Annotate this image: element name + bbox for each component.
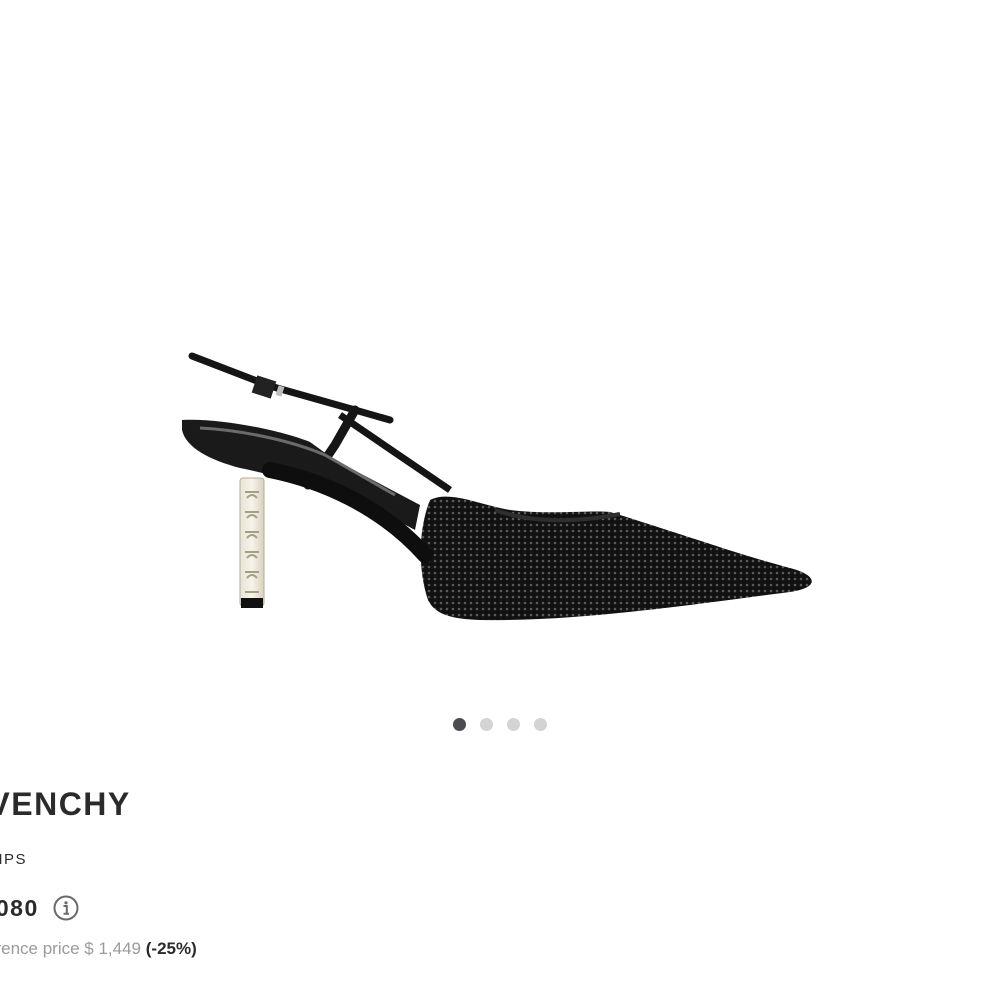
gallery-dot-3[interactable]: [507, 718, 520, 731]
brand-name[interactable]: IVENCHY: [0, 786, 131, 823]
reference-amount: $ 1,449: [84, 939, 142, 958]
product-gallery[interactable]: [0, 0, 1000, 700]
reference-price: erence price $ 1,449 (-25%): [0, 939, 197, 959]
gallery-dot-1[interactable]: [453, 718, 466, 731]
info-icon[interactable]: [53, 895, 79, 921]
gallery-dot-4[interactable]: [534, 718, 547, 731]
product-category: MPS: [0, 851, 28, 868]
gallery-pagination: [0, 718, 1000, 732]
discount-badge: (-25%): [145, 939, 197, 958]
reference-label: erence price: [0, 939, 80, 958]
price-row: ,080: [0, 893, 79, 923]
product-image[interactable]: [150, 330, 850, 630]
gallery-dot-2[interactable]: [480, 718, 493, 731]
current-price: ,080: [0, 894, 39, 921]
